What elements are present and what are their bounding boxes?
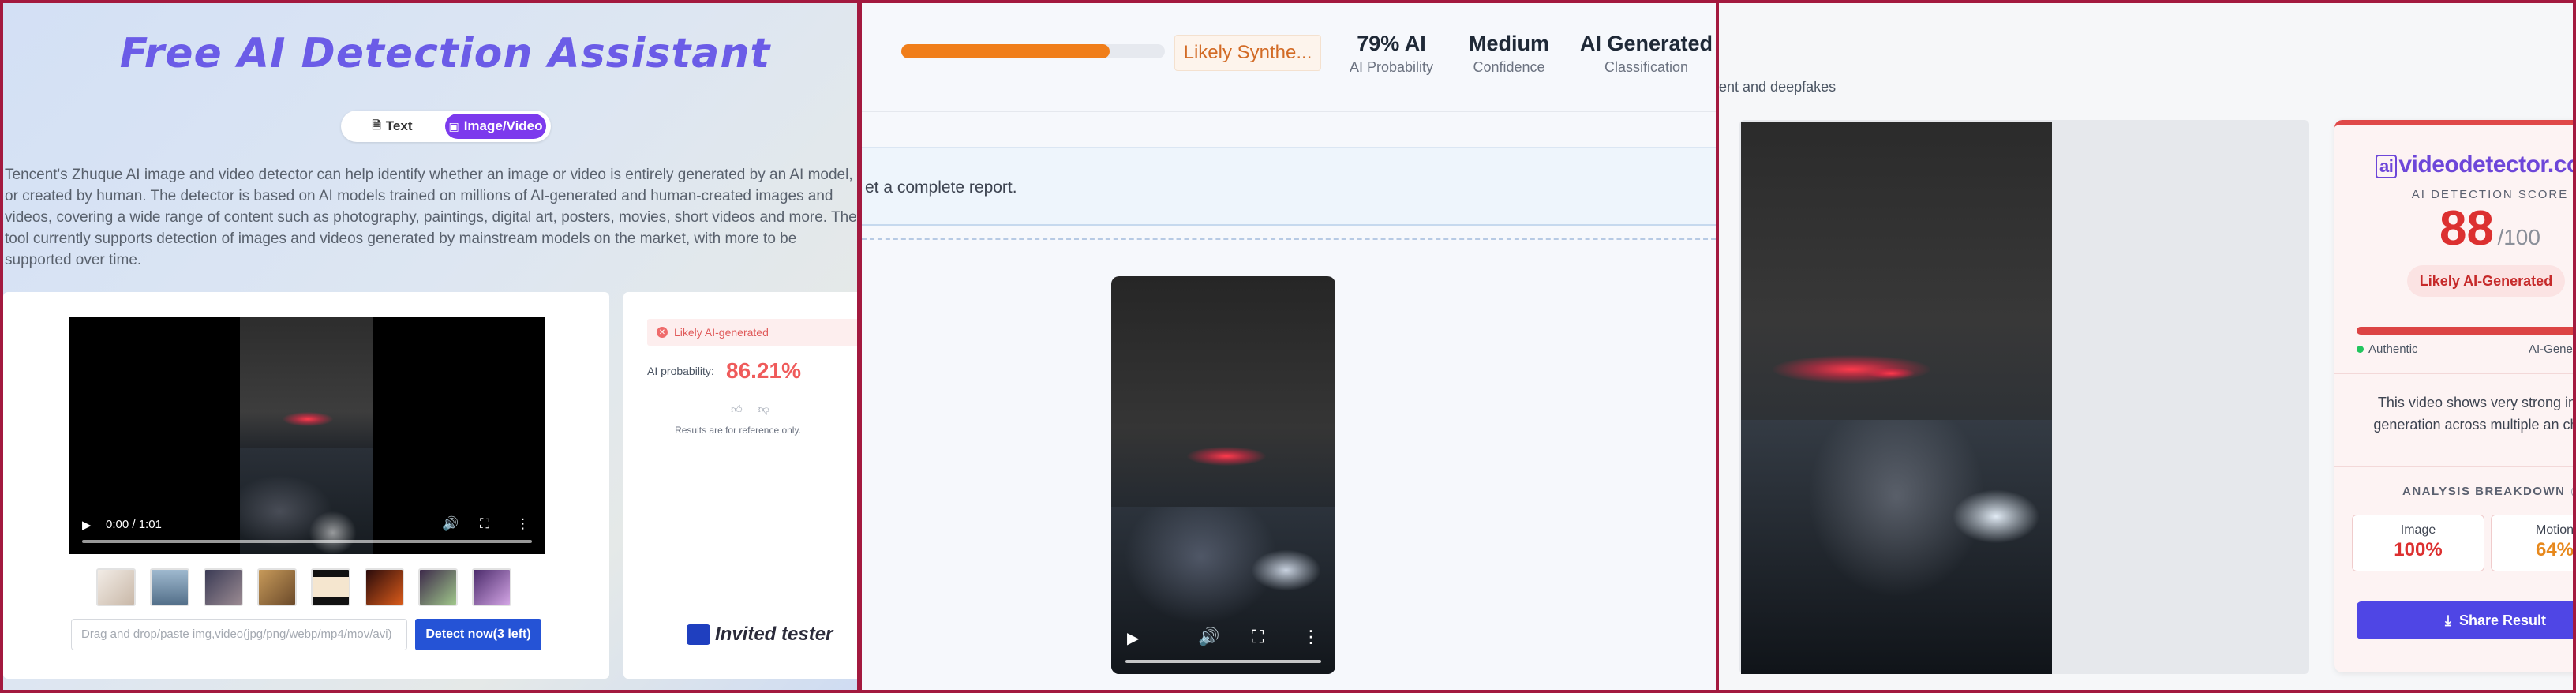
- video-controls: ▶ 0:00 / 1:01 🔊 ⛶ ⋮: [69, 507, 545, 554]
- ai-probability-bar: [901, 44, 1165, 58]
- sample-thumbnails: [96, 568, 511, 606]
- verdict-pill: Likely Synthe...: [1174, 35, 1321, 71]
- score-scale-fill: [2357, 327, 2573, 335]
- page-subtitle: ent and deepfakes: [1719, 79, 1837, 95]
- sample-thumbnail[interactable]: [96, 568, 136, 606]
- score-value: 88: [2439, 201, 2494, 256]
- stat-ai-probability: 79% AI AI Probability: [1332, 32, 1451, 76]
- score-label: AI DETECTION SCORE: [2411, 188, 2569, 201]
- tester-logo-icon: [687, 624, 710, 645]
- sample-thumbnail[interactable]: [257, 568, 297, 606]
- video-player[interactable]: ▶ 0:00 / 1:01 🔊 ⛶ ⋮: [69, 317, 545, 554]
- video-controls: ▶ 🔊 ⛶ ⋮: [1111, 611, 1335, 674]
- close-circle-icon: ✕: [657, 327, 668, 338]
- reference-note: Results are for reference only.: [675, 425, 801, 436]
- score-scale-bar: [2357, 327, 2573, 335]
- analysis-breakdown-heading: ANALYSIS BREAKDOWN ?: [2402, 485, 2573, 498]
- result-card: ✕ Likely AI-generated AI probability: 86…: [623, 292, 857, 679]
- brand-name: videodetector.co: [2398, 152, 2576, 178]
- sample-thumbnail[interactable]: [150, 568, 189, 606]
- sample-thumbnail[interactable]: [472, 568, 511, 606]
- thumbs-up-icon[interactable]: 👍︎: [731, 403, 743, 416]
- share-result-button[interactable]: ⤓ Share Result: [2357, 601, 2573, 639]
- scale-right-label: AI-Gene: [2529, 343, 2573, 356]
- stat-confidence: Medium Confidence: [1438, 32, 1580, 76]
- tab-text[interactable]: 🗎 Text: [346, 114, 439, 139]
- dashed-divider: [862, 238, 1716, 240]
- volume-icon[interactable]: 🔊: [1198, 627, 1219, 647]
- metric-label: Motion: [2536, 523, 2574, 537]
- scale-left-label: Authentic: [2357, 343, 2418, 356]
- videodetector-panel: ent and deepfakes ai videodetector.co AI …: [1717, 0, 2576, 693]
- tool-description: Tencent's Zhuque AI image and video dete…: [5, 167, 857, 268]
- video-progress-bar[interactable]: [82, 540, 532, 543]
- report-banner: et a complete report.: [862, 147, 1716, 226]
- invited-tester-label: Invited tester: [715, 624, 833, 645]
- verdict-chip: Likely AI-Generated: [2407, 265, 2565, 297]
- sample-thumbnail[interactable]: [365, 568, 404, 606]
- more-options-icon[interactable]: ⋮: [516, 516, 530, 532]
- metric-motion: Motion 64%: [2491, 515, 2574, 571]
- authentic-label: Authentic: [2368, 343, 2418, 356]
- invited-tester-badge: Invited tester: [687, 624, 833, 646]
- analysis-breakdown-label: ANALYSIS BREAKDOWN: [2402, 485, 2566, 498]
- ai-probability-value: 86.21%: [726, 358, 801, 383]
- more-options-icon[interactable]: ⋮: [1302, 627, 1320, 647]
- sample-thumbnail[interactable]: [418, 568, 458, 606]
- page-title: Free AI Detection Assistant: [119, 30, 771, 77]
- metric-label: Image: [2400, 523, 2436, 537]
- brand-bracket-icon: ai: [2376, 155, 2398, 178]
- stat-classification: AI Generated Classification: [1569, 32, 1716, 76]
- download-icon: ⤓: [2445, 612, 2451, 628]
- score-explanation: This video shows very strong indi of AI …: [2373, 395, 2576, 433]
- detection-score: 88 /100: [2334, 200, 2573, 257]
- synthetic-report-panel: Likely Synthe... 79% AI AI Probability M…: [859, 0, 1719, 693]
- fullscreen-icon[interactable]: ⛶: [480, 516, 489, 532]
- metric-value: 64%: [2536, 539, 2574, 560]
- ai-probability-bar-fill: [901, 44, 1110, 58]
- zhuque-panel: Free AI Detection Assistant 🗎 Text ▣ Ima…: [0, 0, 860, 693]
- volume-icon[interactable]: 🔊: [442, 516, 459, 532]
- verdict-badge-label: Likely AI-generated: [674, 326, 769, 339]
- play-icon[interactable]: ▶: [1127, 628, 1139, 648]
- stat-value: 79% AI: [1357, 32, 1426, 55]
- image-icon: ▣: [448, 119, 459, 133]
- divider: [2334, 466, 2573, 467]
- report-banner-text: et a complete report.: [865, 178, 1017, 197]
- video-time: 0:00 / 1:01: [106, 518, 162, 531]
- video-player[interactable]: ▶ 🔊 ⛶ ⋮: [1111, 276, 1335, 674]
- sample-thumbnail[interactable]: [204, 568, 243, 606]
- stat-value: AI Generated: [1579, 32, 1713, 55]
- verdict-badge: ✕ Likely AI-generated: [647, 319, 857, 346]
- fullscreen-icon[interactable]: ⛶: [1252, 627, 1264, 647]
- ai-probability-label: AI probability:: [647, 365, 714, 377]
- document-icon: 🗎: [372, 118, 381, 131]
- divider: [2334, 373, 2573, 374]
- metric-value: 100%: [2394, 539, 2443, 560]
- stat-label: AI Probability: [1349, 59, 1434, 75]
- stat-value: Medium: [1468, 32, 1549, 55]
- score-card: ai videodetector.co AI DETECTION SCORE 88…: [2334, 120, 2576, 672]
- upload-input[interactable]: Drag and drop/paste img,video(jpg/png/we…: [71, 619, 407, 650]
- detect-now-button[interactable]: Detect now(3 left): [415, 619, 541, 650]
- feedback-buttons: 👍︎ 👎︎: [731, 403, 769, 416]
- tab-text-label: Text: [385, 118, 413, 133]
- stat-label: Confidence: [1473, 59, 1545, 75]
- tab-image-video[interactable]: ▣ Image/Video: [445, 114, 546, 139]
- play-icon[interactable]: ▶: [82, 518, 92, 532]
- brand-logo: ai videodetector.co: [2376, 152, 2576, 178]
- tab-image-video-label: Image/Video: [463, 118, 543, 133]
- sample-thumbnail[interactable]: [311, 568, 350, 606]
- authentic-dot-icon: [2357, 346, 2364, 353]
- divider: [862, 111, 1716, 112]
- mode-toggle: 🗎 Text ▣ Image/Video: [341, 111, 551, 142]
- thumbs-down-icon[interactable]: 👎︎: [758, 403, 769, 416]
- help-icon[interactable]: ?: [2571, 485, 2573, 498]
- share-result-label: Share Result: [2458, 612, 2547, 628]
- stat-label: Classification: [1604, 59, 1689, 75]
- metric-image: Image 100%: [2352, 515, 2484, 571]
- video-preview[interactable]: [1741, 122, 2052, 674]
- video-progress-bar[interactable]: [1125, 660, 1321, 663]
- score-max: /100: [2497, 225, 2540, 249]
